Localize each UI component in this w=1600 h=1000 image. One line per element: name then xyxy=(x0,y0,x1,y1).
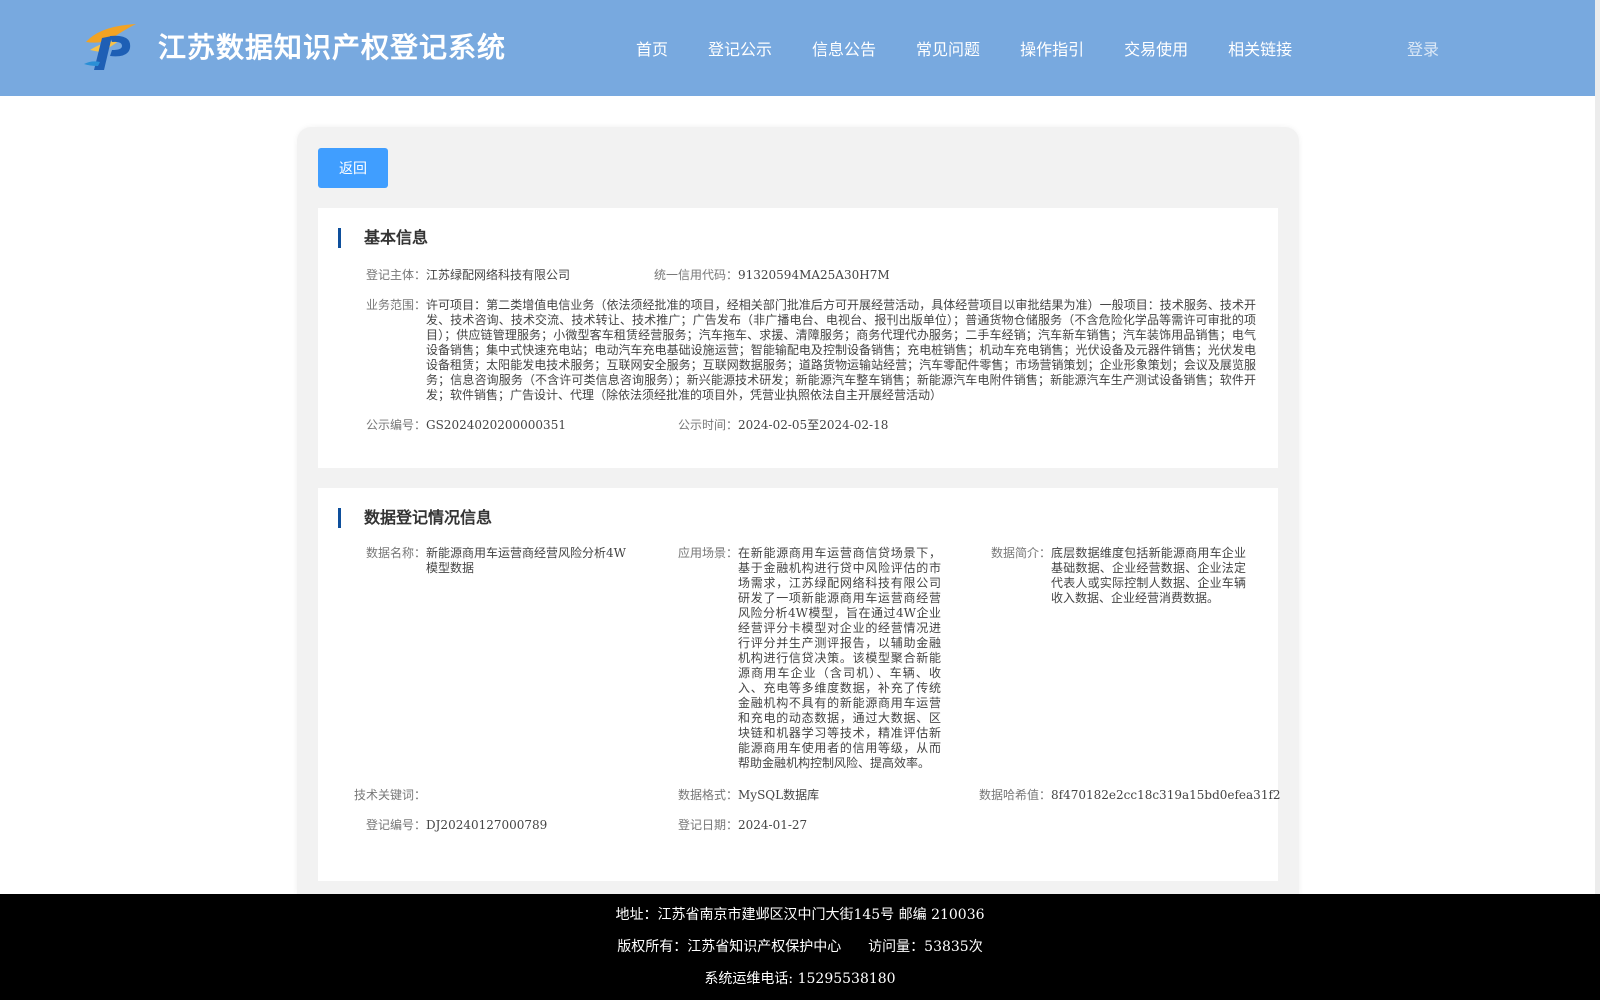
main-nav: 首页 登记公示 信息公告 常见问题 操作指引 交易使用 相关链接 xyxy=(636,36,1332,60)
credit-code-field: 统一信用代码： 91320594MA25A30H7M xyxy=(318,268,1278,284)
login-link[interactable]: 登录 xyxy=(1407,36,1439,60)
business-scope-value: 许可项目：第二类增值电信业务（依法须经批准的项目，经相关部门批准后方可开展经营活… xyxy=(426,298,1256,402)
reg-no-value: DJ20240127000789 xyxy=(426,818,548,832)
nav-trade[interactable]: 交易使用 xyxy=(1124,36,1188,60)
section-title-basic: 基本信息 xyxy=(338,228,428,248)
keywords-label: 技术关键词： xyxy=(353,788,426,802)
data-registration-panel: 数据登记情况信息 数据名称： 新能源商用车运营商经营风险分析4W模型数据 应用场… xyxy=(318,488,1281,881)
notice-time-field: 公示时间： 2024-02-05至2024-02-18 xyxy=(318,418,1278,434)
nav-announcements[interactable]: 信息公告 xyxy=(812,36,876,60)
data-hash-label: 数据哈希值： xyxy=(978,788,1051,802)
data-hash-field: 数据哈希值： 8f470182e2cc18c319a15bd0efea31f2 xyxy=(944,788,1281,804)
application-scene-label: 应用场景： xyxy=(677,546,738,560)
footer-phone-line: 系统运维电话: 15295538180 xyxy=(0,968,1600,988)
footer-phone-value: 15295538180 xyxy=(797,971,896,987)
application-scene-value: 在新能源商用车运营商信贷场景下，基于金融机构进行贷中风险评估的市场需求，江苏绿配… xyxy=(738,546,941,770)
footer-address: 地址：江苏省南京市建邺区汉中门大街145号 邮编 210036 xyxy=(615,907,985,923)
data-format-label: 数据格式： xyxy=(677,788,738,802)
site-title[interactable]: 江苏数据知识产权登记系统 xyxy=(158,26,506,66)
reg-date-label: 登记日期： xyxy=(677,818,738,832)
footer-visits-label: 访问量： xyxy=(868,939,925,955)
nav-faq[interactable]: 常见问题 xyxy=(916,36,980,60)
keywords-field: 技术关键词： xyxy=(318,788,638,804)
data-hash-value: 8f470182e2cc18c319a15bd0efea31f2 xyxy=(1051,788,1281,802)
page-scrollbar[interactable] xyxy=(1595,0,1600,1000)
basic-info-panel: 基本信息 登记主体： 江苏绿配网络科技有限公司 统一信用代码： 91320594… xyxy=(318,208,1278,468)
ip-logo-icon[interactable] xyxy=(80,20,140,72)
nav-guide[interactable]: 操作指引 xyxy=(1020,36,1084,60)
business-scope-label: 业务范围： xyxy=(365,298,426,312)
notice-time-value: 2024-02-05至2024-02-18 xyxy=(738,418,889,432)
data-intro-value: 底层数据维度包括新能源商用车企业基础数据、企业经营数据、企业法定代表人或实际控制… xyxy=(1051,546,1246,605)
section-title-data: 数据登记情况信息 xyxy=(338,508,492,528)
data-intro-field: 数据简介： 底层数据维度包括新能源商用车企业基础数据、企业经营数据、企业法定代表… xyxy=(944,546,1274,616)
credit-code-value: 91320594MA25A30H7M xyxy=(738,268,890,282)
reg-date-field: 登记日期： 2024-01-27 xyxy=(631,818,951,834)
credit-code-label: 统一信用代码： xyxy=(653,268,738,282)
top-header: 江苏数据知识产权登记系统 首页 登记公示 信息公告 常见问题 操作指引 交易使用… xyxy=(0,0,1595,96)
nav-links[interactable]: 相关链接 xyxy=(1228,36,1292,60)
footer-copyright-line: 版权所有：江苏省知识产权保护中心 访问量：53835次 xyxy=(0,936,1600,956)
data-format-value: MySQL数据库 xyxy=(738,788,820,802)
nav-home[interactable]: 首页 xyxy=(636,36,668,60)
footer-copyright: 版权所有：江苏省知识产权保护中心 xyxy=(617,939,842,955)
data-format-field: 数据格式： MySQL数据库 xyxy=(631,788,951,804)
nav-registration-notice[interactable]: 登记公示 xyxy=(708,36,772,60)
application-scene-field: 应用场景： 在新能源商用车运营商信贷场景下，基于金融机构进行贷中风险评估的市场需… xyxy=(631,546,951,776)
reg-no-label: 登记编号： xyxy=(365,818,426,832)
back-button[interactable]: 返回 xyxy=(318,148,388,188)
data-name-label: 数据名称： xyxy=(365,546,426,560)
reg-date-value: 2024-01-27 xyxy=(738,818,808,832)
data-name-value: 新能源商用车运营商经营风险分析4W模型数据 xyxy=(426,546,626,575)
page-footer: 地址：江苏省南京市建邺区汉中门大街145号 邮编 210036 版权所有：江苏省… xyxy=(0,894,1600,1000)
data-intro-label: 数据简介： xyxy=(990,546,1051,560)
detail-card: 返回 基本信息 登记主体： 江苏绿配网络科技有限公司 统一信用代码： 91320… xyxy=(297,127,1299,907)
footer-visits-value: 53835次 xyxy=(924,939,983,955)
business-scope-field: 业务范围： 许可项目：第二类增值电信业务（依法须经批准的项目，经相关部门批准后方… xyxy=(318,298,1278,408)
reg-no-field: 登记编号： DJ20240127000789 xyxy=(318,818,638,834)
footer-phone-label: 系统运维电话: xyxy=(704,971,794,987)
data-name-field: 数据名称： 新能源商用车运营商经营风险分析4W模型数据 xyxy=(318,546,638,586)
notice-time-label: 公示时间： xyxy=(677,418,738,432)
